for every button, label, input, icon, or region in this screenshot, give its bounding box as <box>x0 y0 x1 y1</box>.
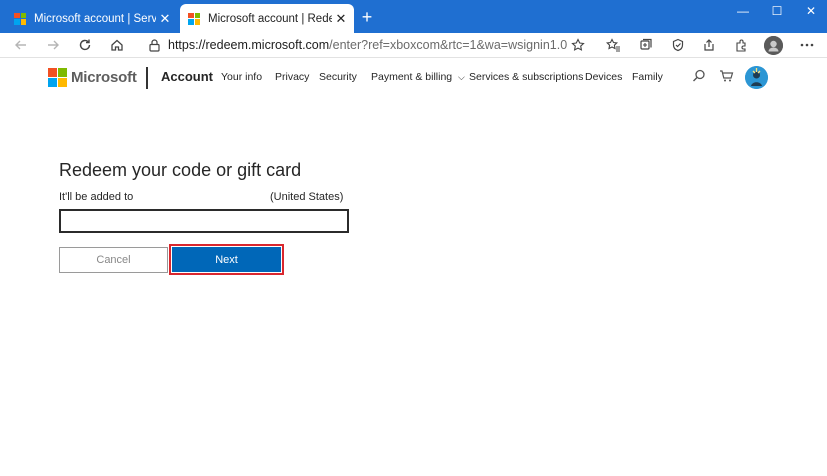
close-tab-icon[interactable]: ✕ <box>332 11 350 27</box>
back-icon[interactable] <box>11 35 31 55</box>
brand-name: Microsoft <box>71 69 137 86</box>
new-tab-button[interactable]: + <box>358 6 376 28</box>
tab-label: Microsoft account | Services & s <box>34 12 156 25</box>
url-path: /enter?ref=xboxcom&rtc=1&wa=wsignin1.0 <box>329 38 568 52</box>
browser-toolbar: https://redeem.microsoft.com/enter?ref=x… <box>0 33 827 58</box>
maximize-button[interactable]: ☐ <box>762 2 792 22</box>
header-divider <box>146 67 148 89</box>
chevron-down-icon: ⌵ <box>458 72 465 82</box>
nav-security[interactable]: Security <box>319 71 357 83</box>
nav-payment-billing[interactable]: Payment & billing ⌵ <box>371 71 465 83</box>
forward-icon[interactable] <box>43 35 63 55</box>
home-icon[interactable] <box>107 35 127 55</box>
share-icon[interactable] <box>699 35 719 55</box>
page-title: Redeem your code or gift card <box>59 160 302 180</box>
tab-services[interactable]: Microsoft account | Services & s ✕ <box>6 4 178 33</box>
browser-essentials-icon[interactable] <box>668 35 688 55</box>
url-text: https://redeem.microsoft.com/enter?ref=x… <box>168 38 567 52</box>
close-tab-icon[interactable]: ✕ <box>156 11 174 27</box>
more-icon[interactable] <box>797 35 817 55</box>
account-header: Microsoft Account Your info Privacy Secu… <box>0 59 827 97</box>
account-avatar[interactable] <box>745 66 768 89</box>
account-link[interactable]: Account <box>161 69 213 84</box>
cart-icon[interactable] <box>719 69 734 86</box>
nav-devices[interactable]: Devices <box>585 71 622 83</box>
nav-privacy[interactable]: Privacy <box>275 71 309 83</box>
favorite-add-icon[interactable] <box>568 35 588 55</box>
nav-family[interactable]: Family <box>632 71 663 83</box>
region-label: (United States) <box>270 191 344 203</box>
next-button[interactable]: Next <box>172 247 281 272</box>
next-button-highlight: Next <box>169 244 284 275</box>
lock-icon[interactable] <box>147 38 161 52</box>
added-to-label: It'll be added to <box>59 191 134 203</box>
microsoft-brand[interactable]: Microsoft <box>48 68 137 87</box>
url-host: https://redeem.microsoft.com <box>168 38 330 52</box>
profile-icon[interactable] <box>764 36 783 55</box>
browser-titlebar: Microsoft account | Services & s ✕ Micro… <box>0 0 827 33</box>
minimize-button[interactable]: — <box>728 2 758 22</box>
nav-payment-label: Payment & billing <box>371 71 453 83</box>
tab-label: Microsoft account | Redeem <box>208 12 332 25</box>
search-icon[interactable] <box>692 69 706 86</box>
microsoft-logo-icon <box>48 68 67 87</box>
refresh-icon[interactable] <box>75 35 95 55</box>
nav-services-subscriptions[interactable]: Services & subscriptions <box>469 71 583 83</box>
close-window-button[interactable]: ✕ <box>796 2 826 22</box>
microsoft-logo-icon <box>188 12 200 25</box>
extensions-icon[interactable] <box>731 35 751 55</box>
cancel-button[interactable]: Cancel <box>59 247 168 273</box>
tab-redeem[interactable]: Microsoft account | Redeem ✕ <box>180 4 354 33</box>
collections-icon[interactable] <box>636 35 656 55</box>
favorites-icon[interactable] <box>603 35 623 55</box>
code-input[interactable] <box>59 209 349 233</box>
nav-your-info[interactable]: Your info <box>221 71 262 83</box>
address-bar[interactable]: https://redeem.microsoft.com/enter?ref=x… <box>139 34 595 56</box>
microsoft-logo-icon <box>14 12 26 25</box>
